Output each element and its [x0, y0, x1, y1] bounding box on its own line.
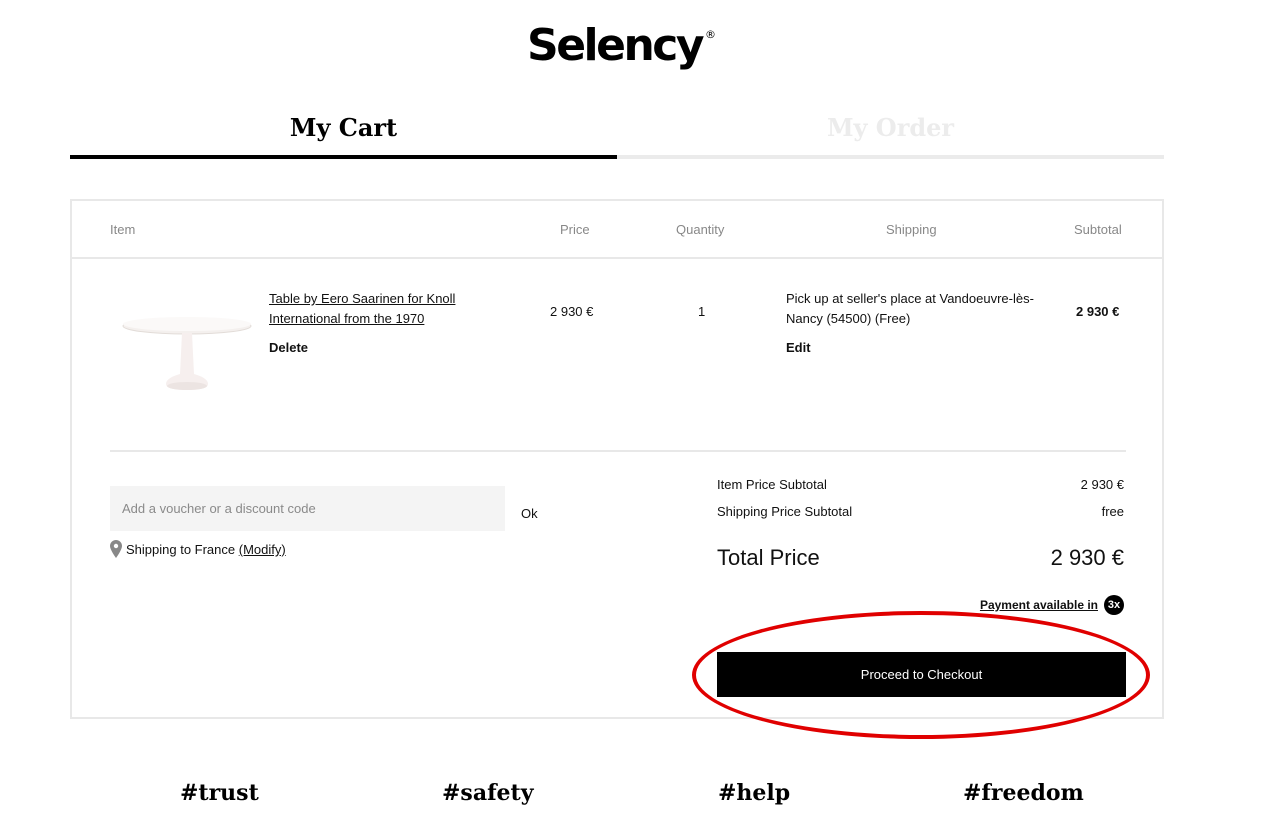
location-pin-icon — [110, 540, 122, 558]
selency-logo[interactable]: Selency ® — [527, 20, 716, 71]
item-subtotal-value: 2 930 € — [1080, 477, 1124, 492]
product-subtotal: 2 930 € — [1076, 304, 1120, 319]
divider — [110, 450, 1126, 452]
payment-installments-link[interactable]: Payment available in 3x — [980, 595, 1124, 615]
footer-tag-safety[interactable]: #safety — [442, 780, 533, 806]
footer-tag-help[interactable]: #help — [718, 780, 790, 806]
shipping-method: Pick up at seller's place at Vandoeuvre-… — [786, 291, 1034, 326]
voucher-input[interactable] — [110, 486, 505, 531]
product-quantity[interactable]: 1 — [698, 304, 705, 319]
voucher-ok-button[interactable]: Ok — [521, 506, 538, 521]
item-subtotal-label: Item Price Subtotal — [717, 477, 827, 492]
shipping-subtotal-value: free — [1101, 504, 1124, 519]
cart-table-header: Item Price Quantity Shipping Subtotal — [72, 201, 1162, 259]
total-price-value: 2 930 € — [1050, 545, 1124, 570]
header-subtotal: Subtotal — [1074, 222, 1122, 237]
delete-button[interactable]: Delete — [269, 340, 308, 355]
header-shipping: Shipping — [886, 222, 937, 237]
header-price: Price — [560, 222, 590, 237]
total-price-label: Total Price — [717, 545, 820, 570]
product-image[interactable] — [122, 304, 252, 399]
proceed-to-checkout-button[interactable]: Proceed to Checkout — [717, 652, 1126, 697]
shipping-subtotal-label: Shipping Price Subtotal — [717, 504, 853, 519]
header-item: Item — [110, 222, 136, 237]
footer-tag-freedom[interactable]: #freedom — [963, 780, 1084, 806]
payment-label[interactable]: Payment available in — [980, 598, 1098, 612]
product-price: 2 930 € — [550, 304, 594, 319]
header-quantity: Quantity — [676, 222, 725, 237]
edit-shipping-button[interactable]: Edit — [786, 340, 811, 355]
modify-country-link[interactable]: (Modify) — [239, 542, 286, 557]
tab-my-order[interactable]: My Order — [617, 113, 1164, 159]
shipping-country: Shipping to France (Modify) — [126, 542, 286, 557]
installments-badge-icon: 3x — [1104, 595, 1124, 615]
footer-tag-trust[interactable]: #trust — [180, 780, 259, 806]
product-title-link[interactable]: Table by Eero Saarinen for Knoll Interna… — [269, 289, 489, 329]
cart-box: Item Price Quantity Shipping Subtotal Ta… — [70, 199, 1164, 719]
tab-my-cart[interactable]: My Cart — [70, 113, 617, 159]
